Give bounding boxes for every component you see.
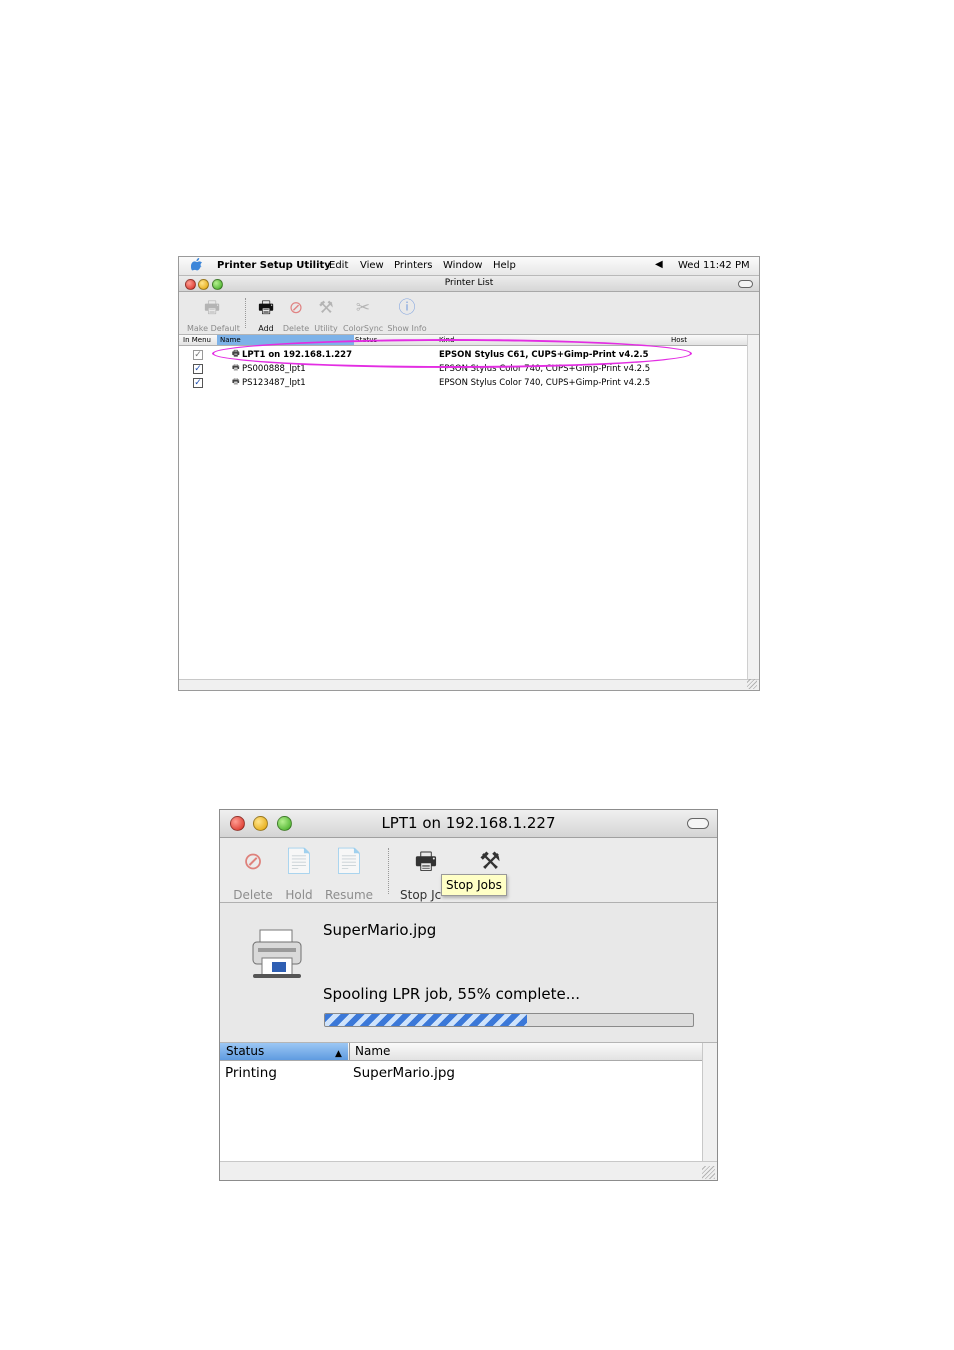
toolbar-separator	[245, 298, 246, 328]
add-label: Add	[258, 324, 274, 333]
vertical-scrollbar[interactable]	[702, 1043, 717, 1161]
apple-menu-icon[interactable]	[190, 257, 203, 272]
zoom-button[interactable]	[277, 816, 292, 831]
printer-name: PS123487_lpt1	[242, 378, 306, 388]
delete-icon: ⊘	[288, 298, 304, 318]
delete-label: Delete	[282, 324, 310, 333]
delete-icon: ⊘	[242, 847, 264, 875]
colorsync-label: ColorSync	[343, 324, 384, 333]
column-in-menu[interactable]: In Menu	[183, 336, 211, 344]
window-title-bar[interactable]: LPT1 on 192.168.1.227	[220, 810, 717, 838]
close-button[interactable]	[230, 816, 245, 831]
printer-icon: 🖶	[232, 377, 240, 386]
hold-job-button[interactable]: 📄 Hold	[282, 844, 316, 902]
app-menu[interactable]: Printer Setup Utility	[217, 260, 331, 271]
menu-printers[interactable]: Printers	[394, 260, 432, 271]
menu-edit[interactable]: Edit	[329, 260, 348, 271]
toolbar-separator	[388, 848, 389, 894]
make-default-button[interactable]: 🖶 Make Default	[187, 296, 240, 333]
table-row[interactable]: Printing SuperMario.jpg	[220, 1065, 703, 1083]
resume-label: Resume	[324, 888, 374, 902]
delete-button[interactable]: ⊘ Delete	[282, 296, 310, 333]
hold-label: Hold	[285, 888, 313, 902]
printer-queue-window: LPT1 on 192.168.1.227 ⊘ Delete 📄 Hold 📄 …	[219, 809, 718, 1181]
highlight-annotation-oval	[212, 339, 692, 368]
resume-icon: 📄	[334, 847, 364, 875]
printer-list-window: Printer Setup Utility Edit View Printers…	[178, 256, 760, 691]
job-status-cell: Printing	[225, 1065, 277, 1081]
utility-button[interactable]: ⚒ Utility	[313, 296, 339, 333]
printer-kind: EPSON Stylus Color 740, CUPS+Gimp-Print …	[439, 378, 651, 388]
colorsync-button[interactable]: ✂ ColorSync	[343, 296, 383, 333]
make-default-label: Make Default	[187, 324, 240, 333]
colorsync-icon: ✂	[355, 298, 371, 318]
in-menu-checkbox[interactable]: ✓	[193, 350, 203, 360]
minimize-button[interactable]	[253, 816, 268, 831]
delete-job-button[interactable]: ⊘ Delete	[232, 844, 274, 902]
show-info-button[interactable]: ⓘ Show Info	[387, 296, 427, 333]
column-host[interactable]: Host	[671, 336, 687, 344]
utility-icon: ⚒	[318, 298, 334, 318]
utility-label: Utility	[314, 324, 338, 333]
toolbar: ⊘ Delete 📄 Hold 📄 Resume 🖶 Stop Jc ⚒ Sto…	[220, 838, 717, 903]
zoom-button[interactable]	[212, 279, 223, 290]
window-title: LPT1 on 192.168.1.227	[381, 814, 556, 832]
job-progress-bar	[324, 1013, 694, 1027]
minimize-button[interactable]	[198, 279, 209, 290]
menu-window[interactable]: Window	[443, 260, 482, 271]
window-bottom-bar	[220, 1161, 717, 1180]
column-status[interactable]: Status ▲	[220, 1043, 348, 1060]
toolbar-toggle-button[interactable]	[738, 280, 753, 288]
job-file-name: SuperMario.jpg	[323, 921, 437, 939]
printer-name: PS000888_lpt1	[242, 364, 306, 374]
close-button[interactable]	[185, 279, 196, 290]
job-table-header: Status ▲ Name	[220, 1043, 703, 1061]
job-name-cell: SuperMario.jpg	[353, 1065, 455, 1081]
window-bottom-bar	[179, 679, 759, 690]
printer-icon	[250, 928, 306, 980]
sort-ascending-icon: ▲	[335, 1049, 342, 1059]
job-status-text: Spooling LPR job, 55% complete...	[323, 985, 580, 1003]
column-name[interactable]: Name	[349, 1043, 705, 1060]
utility-button[interactable]: ⚒	[472, 844, 508, 878]
volume-icon[interactable]: ◀	[655, 259, 663, 270]
table-row[interactable]: ✓ 🖶 PS123487_lpt1 EPSON Stylus Color 740…	[179, 376, 747, 390]
in-menu-checkbox[interactable]: ✓	[193, 378, 203, 388]
menu-help[interactable]: Help	[493, 260, 516, 271]
column-status-label: Status	[226, 1044, 265, 1058]
toolbar-toggle-button[interactable]	[687, 818, 709, 829]
menu-clock[interactable]: Wed 11:42 PM	[678, 260, 750, 271]
menu-view[interactable]: View	[360, 260, 384, 271]
in-menu-checkbox[interactable]: ✓	[193, 364, 203, 374]
show-info-label: Show Info	[387, 324, 427, 333]
window-title: Printer List	[444, 278, 494, 288]
info-icon: ⓘ	[398, 298, 416, 318]
utility-icon: ⚒	[479, 847, 501, 875]
menu-bar: Printer Setup Utility Edit View Printers…	[179, 257, 759, 276]
stop-jobs-icon: 🖶	[414, 847, 438, 875]
job-progress-fill	[325, 1014, 528, 1026]
delete-label: Delete	[233, 888, 273, 902]
vertical-scrollbar[interactable]	[747, 335, 759, 679]
resize-grip-icon[interactable]	[747, 679, 757, 689]
add-printer-icon: 🖶	[257, 298, 275, 318]
resume-job-button[interactable]: 📄 Resume	[324, 844, 374, 902]
resize-grip-icon[interactable]	[702, 1166, 715, 1179]
printer-icon: 🖶	[232, 363, 240, 372]
window-title-bar[interactable]: Printer List	[179, 276, 759, 292]
printer-icon: 🖶	[203, 298, 221, 318]
column-name-label: Name	[355, 1044, 391, 1058]
tooltip: Stop Jobs	[441, 874, 507, 896]
toolbar: 🖶 Make Default 🖶 Add ⊘ Delete ⚒ Utility …	[179, 292, 759, 335]
current-job-panel: SuperMario.jpg Spooling LPR job, 55% com…	[220, 903, 717, 1043]
hold-icon: 📄	[284, 847, 314, 875]
add-button[interactable]: 🖶 Add	[253, 296, 279, 333]
